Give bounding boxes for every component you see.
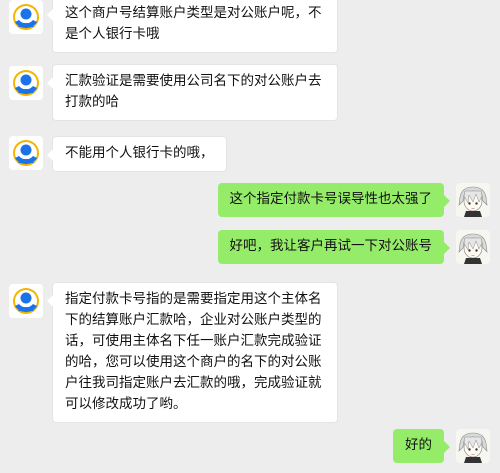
message-bubble-received[interactable]: 这个商户号结算账户类型是对公账户呢，不是个人银行卡哦 [47,0,338,53]
message-bubble-sent[interactable]: 好吧，我让客户再试一下对公账号 [217,230,450,264]
message-bubble-received[interactable]: 不能用个人银行卡的哦， [47,136,227,172]
message-text: 指定付款卡号指的是需要指定用这个主体名下的结算账户汇款哈，企业对公账户类型的话，… [65,291,322,412]
message-text: 这个商户号结算账户类型是对公账户呢，不是个人银行卡哦 [65,5,322,42]
support-avatar-icon[interactable] [9,284,43,318]
message-bubble-sent[interactable]: 好的 [393,429,450,463]
support-avatar-icon[interactable] [9,0,43,34]
support-avatar-icon[interactable] [9,66,43,100]
chat-window: 这个商户号结算账户类型是对公账户呢，不是个人银行卡哦 汇款验证是需要使用公司名下… [0,0,500,473]
user-avatar-icon[interactable] [456,230,490,264]
message-text: 好的 [405,437,432,453]
message-bubble-sent[interactable]: 这个指定付款卡号误导性也太强了 [217,183,450,217]
user-avatar-icon[interactable] [456,429,490,463]
message-bubble-received[interactable]: 指定付款卡号指的是需要指定用这个主体名下的结算账户汇款哈，企业对公账户类型的话，… [47,282,338,423]
message-text: 不能用个人银行卡的哦， [65,145,214,161]
message-text: 好吧，我让客户再试一下对公账号 [229,238,433,254]
message-text: 这个指定付款卡号误导性也太强了 [229,191,433,207]
user-avatar-icon[interactable] [456,183,490,217]
support-avatar-icon[interactable] [9,136,43,170]
message-text: 汇款验证是需要使用公司名下的对公账户去打款的哈 [65,73,322,110]
message-bubble-received[interactable]: 汇款验证是需要使用公司名下的对公账户去打款的哈 [47,64,338,121]
